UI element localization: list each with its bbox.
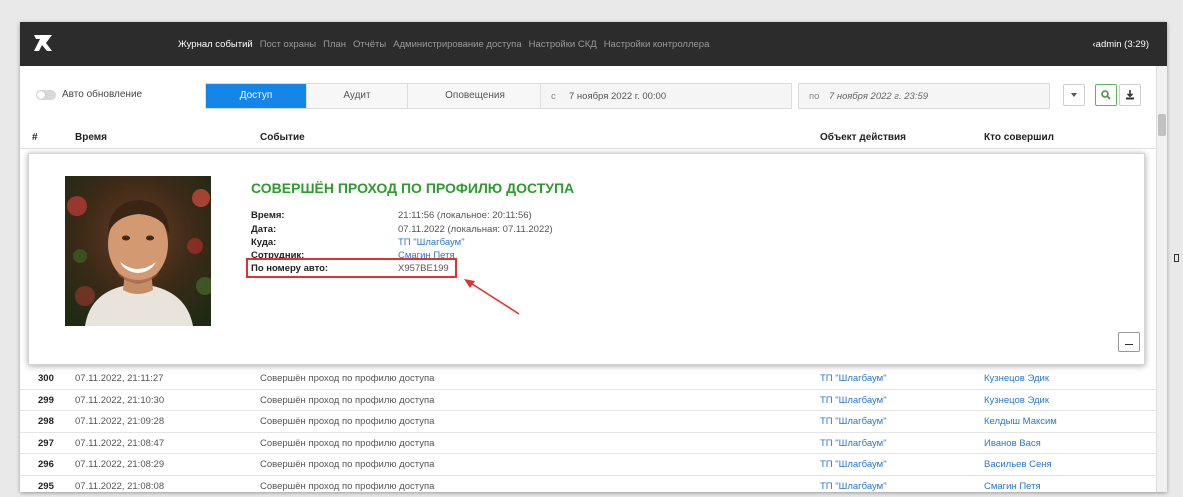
table-header: # Время Событие Объект действия Кто сове… (20, 128, 1157, 149)
filter-bar: Авто обновление Доступ Аудит Оповещения … (20, 80, 1157, 112)
top-navbar: Журнал событий Пост охраны План Отчёты А… (20, 22, 1167, 66)
date-to-value: 7 ноября 2022 г. 23:59 (829, 91, 929, 102)
page-scrollbar[interactable] (1156, 66, 1167, 492)
field-date-value: 07.11.2022 (локальная: 07.11.2022) (398, 224, 553, 235)
user-label: admin (3:29) (1095, 39, 1149, 50)
date-from-prefix: с (551, 91, 556, 102)
row-object-link[interactable]: ТП "Шлагбаум" (820, 438, 887, 449)
row-num: 299 (38, 394, 54, 406)
row-object-link[interactable]: ТП "Шлагбаум" (820, 481, 887, 492)
nav-plan[interactable]: План (323, 39, 346, 50)
table-row[interactable]: 299 07.11.2022, 21:10:30 Совершён проход… (20, 390, 1157, 411)
chevron-down-icon (1071, 93, 1077, 97)
field-time-label: Время: (251, 210, 285, 221)
nav-acs-settings[interactable]: Настройки СКД (529, 39, 597, 50)
row-actor-link[interactable]: Кузнецов Эдик (984, 373, 1049, 384)
row-object-link[interactable]: ТП "Шлагбаум" (820, 459, 887, 470)
row-num: 298 (38, 416, 54, 427)
nav-guard-post[interactable]: Пост охраны (260, 39, 316, 50)
row-num: 297 (38, 437, 54, 449)
row-event: Совершён проход по профилю доступа (260, 394, 435, 406)
row-event: Совершён проход по профилю доступа (260, 373, 435, 384)
nav-access-admin[interactable]: Администрирование доступа (393, 39, 521, 50)
field-time-value: 21:11:56 (локальное: 20:11:56) (398, 210, 532, 221)
field-destination-label: Куда: (251, 237, 277, 248)
event-type-tabs: Доступ Аудит Оповещения (205, 83, 543, 109)
row-time: 07.11.2022, 21:08:08 (75, 480, 165, 492)
table-row[interactable]: 298 07.11.2022, 21:09:28 Совершён проход… (20, 411, 1157, 433)
field-date-label: Дата: (251, 224, 277, 235)
row-event: Совершён проход по профилю доступа (260, 416, 435, 427)
date-from-field[interactable]: с 7 ноября 2022 г. 00:00 (540, 83, 792, 109)
row-event: Совершён проход по профилю доступа (260, 437, 435, 449)
nav-reports[interactable]: Отчёты (353, 39, 386, 50)
auto-update-label: Авто обновление (62, 89, 143, 100)
row-actor-link[interactable]: Кузнецов Эдик (984, 395, 1049, 406)
employee-photo (65, 176, 211, 326)
app-window: Журнал событий Пост охраны План Отчёты А… (20, 22, 1167, 492)
event-detail-panel: СОВЕРШЁН ПРОХОД ПО ПРОФИЛЮ ДОСТУПА Время… (28, 153, 1145, 365)
row-time: 07.11.2022, 21:11:27 (75, 373, 164, 384)
field-destination-link[interactable]: ТП "Шлагбаум" (398, 237, 465, 248)
events-table: 300 07.11.2022, 21:11:27 Совершён проход… (20, 368, 1157, 492)
col-event[interactable]: Событие (260, 132, 305, 143)
app-logo-icon[interactable] (32, 33, 54, 53)
tab-audit[interactable]: Аудит (307, 84, 408, 108)
table-row[interactable]: 296 07.11.2022, 21:08:29 Совершён проход… (20, 454, 1157, 476)
table-row[interactable]: 300 07.11.2022, 21:11:27 Совершён проход… (20, 368, 1157, 390)
row-time: 07.11.2022, 21:08:29 (75, 459, 165, 470)
table-row[interactable]: 295 07.11.2022, 21:08:08 Совершён проход… (20, 476, 1157, 493)
row-actor-link[interactable]: Васильев Сеня (984, 459, 1052, 470)
row-object-link[interactable]: ТП "Шлагбаум" (820, 416, 887, 427)
table-row[interactable]: 297 07.11.2022, 21:08:47 Совершён проход… (20, 433, 1157, 454)
col-object[interactable]: Объект действия (820, 132, 906, 143)
annotation-arrow-icon (464, 279, 520, 315)
scrollbar-thumb[interactable] (1158, 114, 1166, 136)
row-time: 07.11.2022, 21:09:28 (75, 416, 165, 427)
auto-update-toggle[interactable] (36, 90, 56, 100)
row-num: 296 (38, 459, 54, 470)
user-menu[interactable]: ‹admin (3:29) (1092, 39, 1149, 50)
resize-handle-icon[interactable] (1174, 254, 1179, 262)
row-actor-link[interactable]: Смагин Петя (984, 481, 1041, 492)
row-object-link[interactable]: ТП "Шлагбаум" (820, 395, 887, 406)
row-num: 300 (38, 373, 54, 384)
event-title: СОВЕРШЁН ПРОХОД ПО ПРОФИЛЮ ДОСТУПА (251, 180, 575, 196)
nav-controller-settings[interactable]: Настройки контроллера (604, 39, 710, 50)
main-nav: Журнал событий Пост охраны План Отчёты А… (178, 39, 709, 50)
row-actor-link[interactable]: Келдыш Максим (984, 416, 1057, 427)
filter-dropdown-button[interactable] (1063, 84, 1085, 106)
date-to-prefix: по (809, 91, 820, 102)
row-actor-link[interactable]: Иванов Вася (984, 438, 1041, 449)
nav-events-log[interactable]: Журнал событий (178, 39, 253, 50)
col-time[interactable]: Время (75, 132, 107, 143)
row-num: 295 (38, 480, 54, 492)
download-icon (1126, 90, 1134, 100)
row-event: Совершён проход по профилю доступа (260, 459, 435, 470)
download-button[interactable] (1119, 84, 1141, 106)
search-button[interactable] (1095, 84, 1117, 106)
collapse-detail-button[interactable] (1118, 332, 1140, 352)
row-time: 07.11.2022, 21:10:30 (75, 394, 165, 406)
col-num: # (32, 132, 38, 143)
date-from-value: 7 ноября 2022 г. 00:00 (569, 91, 667, 102)
row-object-link[interactable]: ТП "Шлагбаум" (820, 373, 887, 384)
row-time: 07.11.2022, 21:08:47 (75, 437, 165, 449)
row-event: Совершён проход по профилю доступа (260, 480, 435, 492)
search-icon (1101, 90, 1111, 100)
col-actor[interactable]: Кто совершил (984, 132, 1054, 143)
tab-notifications[interactable]: Оповещения (408, 84, 542, 108)
date-to-field[interactable]: по 7 ноября 2022 г. 23:59 (798, 83, 1050, 109)
tab-access[interactable]: Доступ (206, 84, 307, 108)
plate-highlight-box (246, 258, 457, 278)
